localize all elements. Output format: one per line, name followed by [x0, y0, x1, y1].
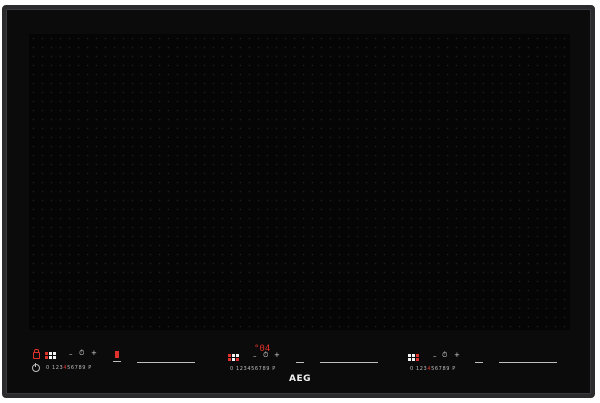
level-9[interactable]: 9 [266, 366, 270, 372]
power-level-slider[interactable]: 0 123456789 P [46, 365, 92, 371]
level-p[interactable]: P [272, 366, 276, 372]
power-level-slider[interactable]: 0 123456789 P [410, 366, 456, 372]
zone-divider-line [137, 362, 195, 363]
zone-divider-line [499, 362, 557, 363]
slider-tick [296, 362, 304, 363]
power-icon[interactable] [32, 363, 40, 372]
level-0[interactable]: 0 [230, 366, 234, 372]
level-9[interactable]: 9 [446, 366, 450, 372]
timer-icon[interactable]: ⏱ [442, 352, 447, 359]
minus-button[interactable]: – [253, 353, 257, 360]
timer-icon[interactable]: ⏱ [79, 350, 84, 357]
zone-divider-line [320, 362, 378, 363]
minus-button[interactable]: – [433, 353, 437, 360]
glass-cooking-surface [29, 34, 570, 330]
minus-button[interactable]: – [69, 351, 73, 358]
slider-tick [113, 361, 121, 362]
level-p[interactable]: P [452, 366, 456, 372]
level-0[interactable]: 0 [410, 366, 414, 372]
brand-logo: AEG [289, 374, 312, 384]
zone-grid-icon[interactable] [228, 354, 239, 362]
zone-grid-icon[interactable] [408, 354, 419, 362]
plus-button[interactable]: + [454, 352, 460, 359]
plus-button[interactable]: + [91, 350, 97, 357]
plus-button[interactable]: + [274, 352, 280, 359]
level-0[interactable]: 0 [46, 365, 50, 371]
lock-icon[interactable] [33, 349, 40, 359]
slider-tick [475, 362, 483, 363]
timer-icon[interactable]: ⏱ [263, 352, 268, 359]
zone-grid-icon[interactable] [45, 352, 56, 360]
power-level-slider[interactable]: 0 123456789 P [230, 366, 276, 372]
level-p[interactable]: P [88, 365, 92, 371]
level-9[interactable]: 9 [82, 365, 86, 371]
bridge-icon[interactable] [115, 351, 119, 358]
